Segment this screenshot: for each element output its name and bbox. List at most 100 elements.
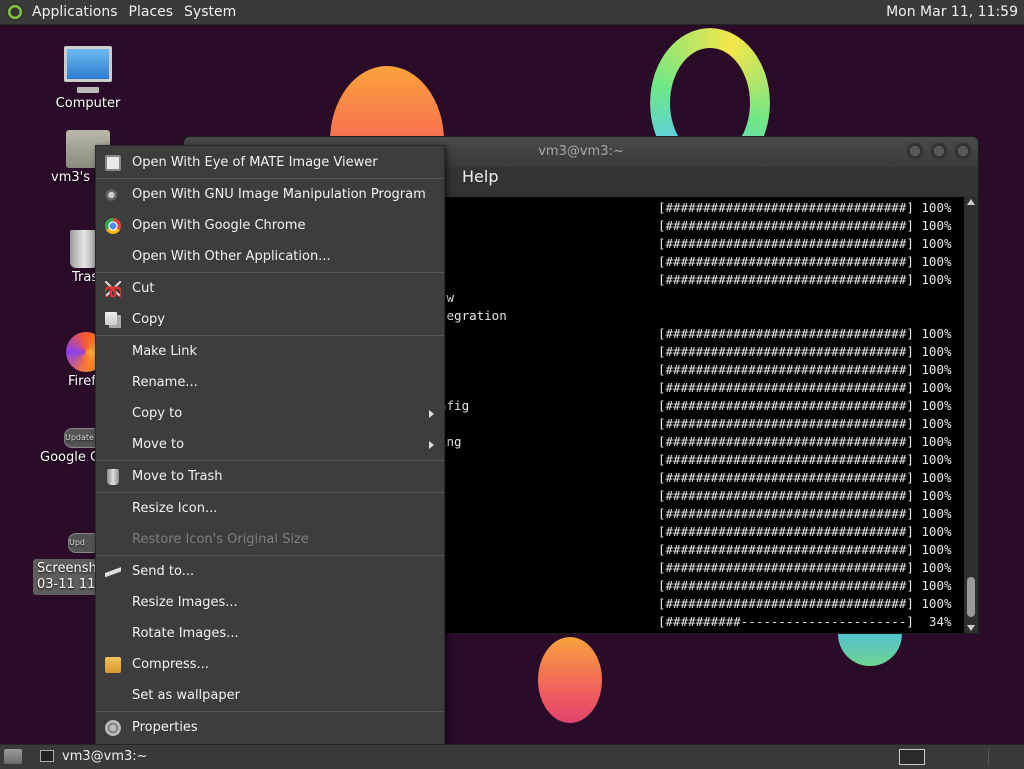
terminal-progress-line: [################################] 100% xyxy=(658,434,952,449)
terminal-progress-line: [################################] 100% xyxy=(658,362,952,377)
menu-item-label: Rename... xyxy=(132,375,198,390)
close-button[interactable] xyxy=(954,142,972,160)
system-menu[interactable]: System xyxy=(184,4,245,20)
terminal-progress-line: [################################] 100% xyxy=(658,578,952,593)
terminal-title: vm3@vm3:~ xyxy=(538,144,624,159)
menu-separator xyxy=(96,711,444,712)
menu-item-move-to-trash[interactable]: Move to Trash xyxy=(96,464,444,490)
menu-item-label: Set as wallpaper xyxy=(132,688,240,703)
terminal-progress-line: [################################] 100% xyxy=(658,488,952,503)
terminal-progress-line: [################################] 100% xyxy=(658,200,952,215)
label-line-2: 03-11 11- xyxy=(37,577,101,592)
menu-item-copy[interactable]: Copy xyxy=(96,307,444,333)
mate-logo-icon[interactable] xyxy=(6,3,24,21)
archive-icon xyxy=(105,657,121,673)
taskbar-label: vm3@vm3:~ xyxy=(62,749,148,764)
trash-icon xyxy=(70,230,98,268)
menu-item-label: Restore Icon's Original Size xyxy=(132,532,309,547)
menu-item-send-to[interactable]: Send to... xyxy=(96,559,444,585)
menu-item-label: Send to... xyxy=(132,564,195,579)
menu-item-label: Rotate Images... xyxy=(132,626,239,641)
properties-icon xyxy=(105,720,121,736)
terminal-text-line: tegration xyxy=(439,308,507,323)
desktop-icon-computer[interactable]: Computer xyxy=(33,46,143,111)
menu-item-copy-to[interactable]: Copy to xyxy=(96,401,444,427)
menu-item-label: Resize Icon... xyxy=(132,501,218,516)
menu-item-move-to[interactable]: Move to xyxy=(96,432,444,458)
maximize-button[interactable] xyxy=(930,142,948,160)
menu-item-open-with-other-application[interactable]: Open With Other Application... xyxy=(96,244,444,270)
menu-item-label: Open With Google Chrome xyxy=(132,218,306,233)
menu-item-label: Open With Eye of MATE Image Viewer xyxy=(132,155,378,170)
show-desktop-icon[interactable] xyxy=(4,749,22,764)
menu-item-label: Cut xyxy=(132,281,155,296)
menu-item-resize-icon[interactable]: Resize Icon... xyxy=(96,496,444,522)
menu-item-compress[interactable]: Compress... xyxy=(96,652,444,678)
terminal-progress-line: [################################] 100% xyxy=(658,524,952,539)
applications-menu[interactable]: Applications xyxy=(32,4,127,20)
trash-icon xyxy=(107,469,119,485)
menu-item-rename[interactable]: Rename... xyxy=(96,370,444,396)
menu-item-resize-images[interactable]: Resize Images... xyxy=(96,590,444,616)
menu-item-label: Open With Other Application... xyxy=(132,249,331,264)
panel-separator xyxy=(988,748,989,766)
menu-item-open-with-gnu-image-manipulation-program[interactable]: Open With GNU Image Manipulation Program xyxy=(96,182,444,208)
terminal-progress-line: [################################] 100% xyxy=(658,344,952,359)
clock[interactable]: Mon Mar 11, 11:59 xyxy=(886,4,1024,20)
menu-item-label: Open With GNU Image Manipulation Program xyxy=(132,187,426,202)
submenu-arrow-icon xyxy=(429,410,434,418)
scroll-up-arrow-icon[interactable] xyxy=(967,199,975,205)
minimize-button[interactable] xyxy=(906,142,924,160)
menu-separator xyxy=(96,555,444,556)
wallpaper-orange-bottom-shape xyxy=(538,637,602,723)
menu-item-set-as-wallpaper[interactable]: Set as wallpaper xyxy=(96,683,444,709)
gimp-icon xyxy=(105,187,121,203)
terminal-progress-line: [################################] 100% xyxy=(658,560,952,575)
terminal-progress-line: [################################] 100% xyxy=(658,506,952,521)
terminal-progress-line: [################################] 100% xyxy=(658,416,952,431)
desktop-icon-label-selected: Screensh 03-11 11- xyxy=(33,559,105,595)
computer-icon xyxy=(64,46,112,93)
copy-icon xyxy=(105,312,117,325)
scroll-thumb[interactable] xyxy=(967,577,975,617)
taskbar-terminal-button[interactable]: vm3@vm3:~ xyxy=(34,746,156,768)
menu-item-cut[interactable]: Cut xyxy=(96,276,444,302)
menu-item-open-with-google-chrome[interactable]: Open With Google Chrome xyxy=(96,213,444,239)
terminal-progress-line: [################################] 100% xyxy=(658,218,952,233)
terminal-progress-line: [################################] 100% xyxy=(658,542,952,557)
send-icon xyxy=(105,564,121,580)
menu-item-rotate-images[interactable]: Rotate Images... xyxy=(96,621,444,647)
menu-item-label: Copy xyxy=(132,312,165,327)
terminal-progress-line: [################################] 100% xyxy=(658,272,952,287)
terminal-progress-line: [################################] 100% xyxy=(658,236,952,251)
menu-item-make-link[interactable]: Make Link xyxy=(96,339,444,365)
terminal-progress-line: [################################] 100% xyxy=(658,452,952,467)
update-badge: Update xyxy=(65,433,94,442)
workspace-switcher[interactable] xyxy=(899,749,925,765)
menu-item-restore-icon-s-original-size: Restore Icon's Original Size xyxy=(96,527,444,553)
scroll-down-arrow-icon[interactable] xyxy=(967,625,975,631)
places-menu[interactable]: Places xyxy=(129,4,183,20)
bottom-panel: vm3@vm3:~ xyxy=(0,744,1024,769)
menu-item-properties[interactable]: Properties xyxy=(96,715,444,741)
eye-of-mate-icon xyxy=(105,155,121,171)
terminal-progress-line: [################################] 100% xyxy=(658,326,952,341)
menu-item-label: Move to xyxy=(132,437,185,452)
menu-item-label: Make Link xyxy=(132,344,197,359)
menu-item-label: Resize Images... xyxy=(132,595,238,610)
menu-separator xyxy=(96,492,444,493)
menu-item-label: Properties xyxy=(132,720,198,735)
terminal-progress-line: [################################] 100% xyxy=(658,254,952,269)
menu-separator xyxy=(96,178,444,179)
desktop-icon-label: Computer xyxy=(55,96,121,111)
menu-item-open-with-eye-of-mate-image-viewer[interactable]: Open With Eye of MATE Image Viewer xyxy=(96,150,444,176)
terminal-scrollbar[interactable] xyxy=(964,197,978,633)
file-context-menu: Open With Eye of MATE Image Viewer Open W… xyxy=(95,145,445,745)
update-badge: Upd xyxy=(69,538,86,547)
help-menu[interactable]: Help xyxy=(462,167,498,186)
terminal-progress-line: [################################] 100% xyxy=(658,380,952,395)
terminal-progress-line: [################################] 100% xyxy=(658,470,952,485)
menu-item-label: Copy to xyxy=(132,406,183,421)
terminal-icon xyxy=(40,750,54,762)
terminal-progress-line: [##########----------------------] 34% xyxy=(658,614,952,629)
